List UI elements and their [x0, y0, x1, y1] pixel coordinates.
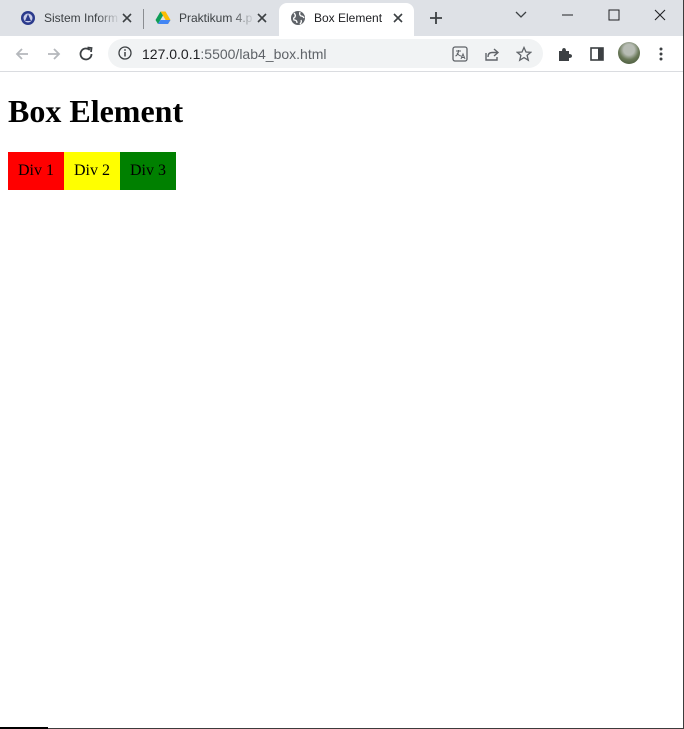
address-bar[interactable]: 127.0.0.1:5500/lab4_box.html: [108, 39, 543, 68]
side-panel-button[interactable]: [585, 42, 609, 66]
url-path: :5500/lab4_box.html: [200, 46, 327, 62]
plus-icon: [430, 12, 442, 24]
tab-search-button[interactable]: [498, 0, 544, 30]
close-tab-icon[interactable]: [120, 11, 134, 25]
browser-toolbar: 127.0.0.1:5500/lab4_box.html: [0, 36, 683, 72]
reload-button[interactable]: [74, 42, 98, 66]
globe-icon: [291, 11, 305, 25]
tab-title: Box Element: [314, 11, 383, 25]
more-vert-icon: [659, 47, 663, 61]
chevron-down-icon: [515, 11, 527, 18]
browser-window: Sistem Inform Praktikum 4.p Box Element: [0, 0, 684, 729]
tab-separator: [143, 9, 144, 29]
close-icon: [654, 9, 666, 21]
translate-icon[interactable]: [451, 45, 469, 63]
maximize-button[interactable]: [591, 0, 637, 30]
close-tab-icon[interactable]: [255, 11, 269, 25]
tab-box-element[interactable]: Box Element: [279, 3, 414, 36]
maximize-icon: [608, 9, 620, 21]
google-drive-icon: [155, 11, 171, 24]
close-tab-icon[interactable]: [391, 11, 405, 25]
puzzle-icon: [559, 48, 572, 61]
forward-button[interactable]: [42, 42, 66, 66]
close-window-button[interactable]: [637, 0, 683, 30]
extensions-button[interactable]: [553, 42, 577, 66]
reload-icon: [79, 46, 93, 61]
div-box-2: Div 2: [64, 152, 120, 190]
profile-avatar[interactable]: [618, 42, 640, 64]
url-text[interactable]: 127.0.0.1:5500/lab4_box.html: [142, 46, 326, 62]
tab-sistem-informasi[interactable]: Sistem Inform: [10, 0, 143, 36]
share-icon[interactable]: [483, 45, 501, 63]
tab-praktikum[interactable]: Praktikum 4.p: [145, 0, 278, 36]
side-panel-icon: [590, 47, 604, 61]
bookmark-star-icon[interactable]: [515, 45, 533, 63]
site-info-icon[interactable]: [118, 46, 132, 65]
tab-title: Praktikum 4.p: [179, 11, 253, 25]
page-title: Box Element: [8, 93, 184, 129]
tab-strip: Sistem Inform Praktikum 4.p Box Element: [0, 0, 683, 36]
arrow-left-icon: [15, 48, 28, 60]
arrow-right-icon: [48, 48, 61, 60]
url-host: 127.0.0.1: [142, 46, 201, 62]
page-viewport: Box Element Div 1 Div 2 Div 3: [0, 72, 683, 728]
minimize-icon: [562, 14, 573, 16]
div-box-1: Div 1: [8, 152, 64, 190]
div-box-3: Div 3: [120, 152, 176, 190]
new-tab-button[interactable]: [426, 8, 446, 28]
university-logo-icon: [21, 11, 35, 25]
back-button[interactable]: [10, 42, 34, 66]
tab-title: Sistem Inform: [44, 11, 119, 25]
minimize-button[interactable]: [545, 0, 591, 30]
menu-button[interactable]: [649, 42, 673, 66]
